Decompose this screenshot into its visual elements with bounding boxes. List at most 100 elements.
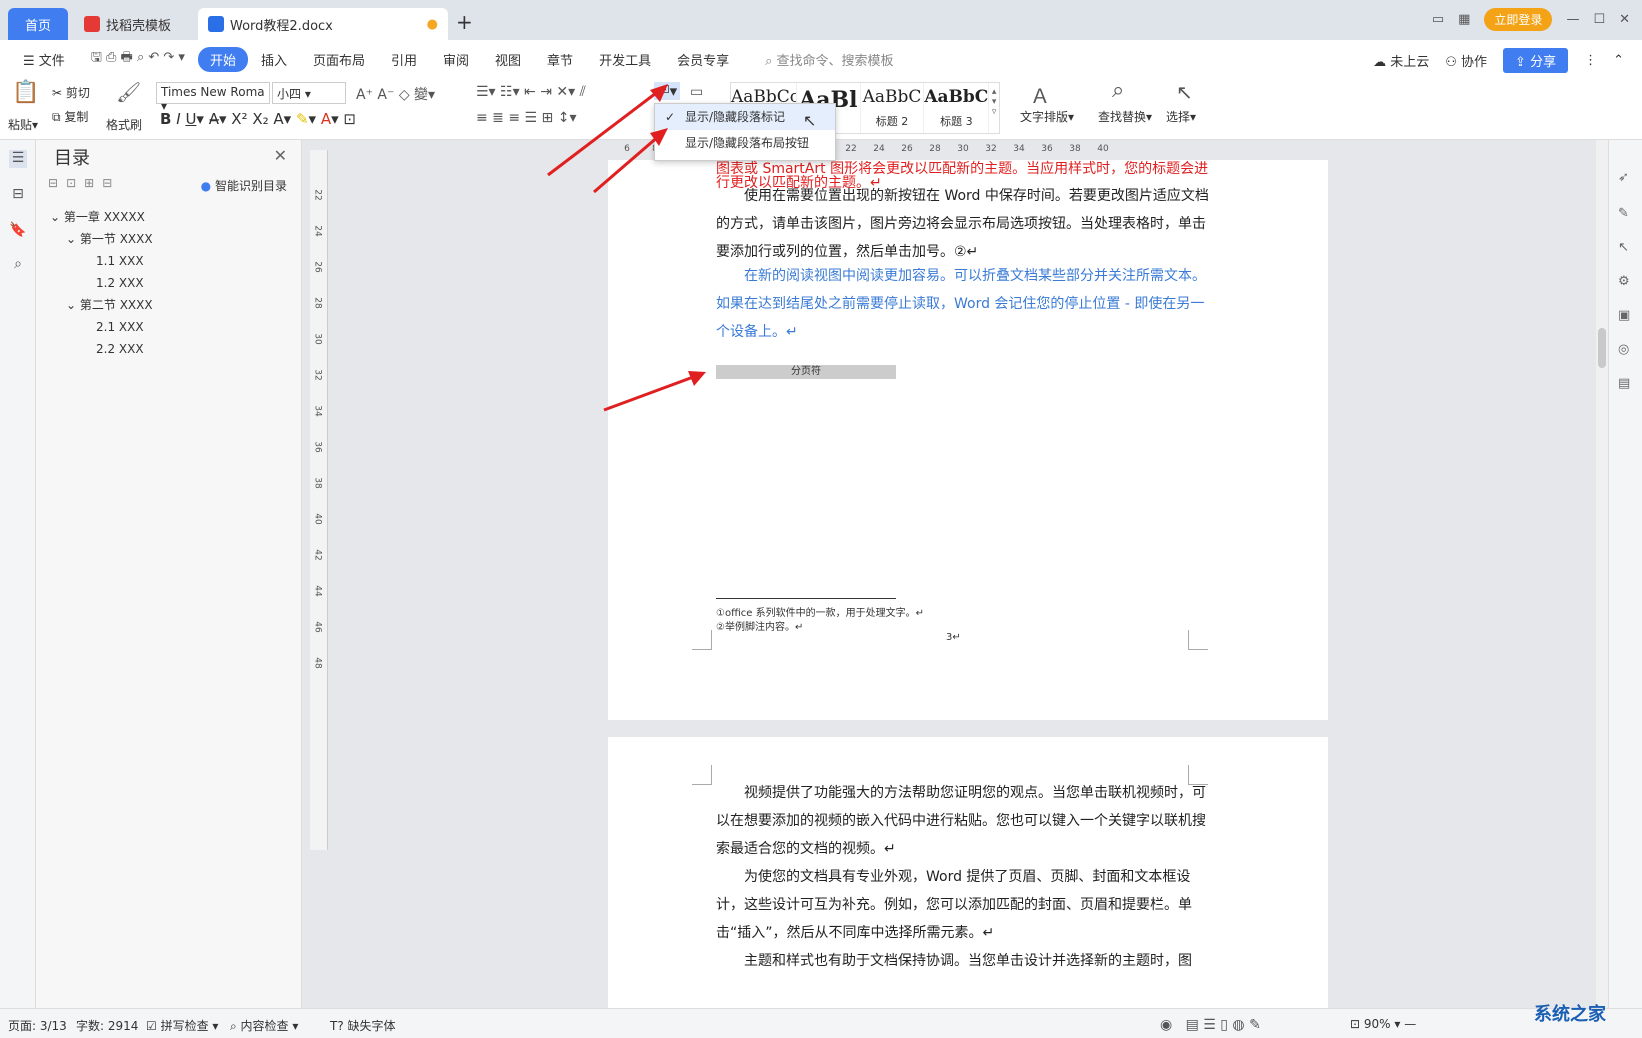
expand-icon[interactable]: ⊡: [66, 176, 76, 190]
toc-item[interactable]: ⌄ 第一章 XXXXX: [50, 206, 153, 228]
toc-item-label: 2.2 XXX: [96, 342, 144, 356]
tab-template[interactable]: 找稻壳模板: [74, 8, 194, 40]
find-icon[interactable]: ⌕: [1112, 78, 1124, 103]
arrow-head-2: [650, 128, 668, 146]
chevron-down-icon[interactable]: ⌄: [66, 232, 80, 246]
menu-chapter[interactable]: 章节: [534, 50, 586, 69]
toc-item[interactable]: ⌄ 第二节 XXXX: [50, 294, 153, 316]
settings-sliders-icon[interactable]: ⚙: [1618, 274, 1634, 290]
minimize-icon[interactable]: —: [1566, 12, 1579, 27]
close-window-icon[interactable]: ✕: [1619, 12, 1630, 27]
style-heading2[interactable]: AaBbC 标题 2: [861, 83, 925, 133]
view-mode-icons[interactable]: ◉ ▤ ☰ ▯ ◍ ✎: [1160, 1017, 1261, 1033]
zoom-level[interactable]: ⊡ 90% ▾ —: [1350, 1017, 1416, 1031]
new-tab-button[interactable]: +: [456, 10, 473, 34]
toc-item[interactable]: ⌄ 第一节 XXXX: [50, 228, 153, 250]
font-name-select[interactable]: Times New Roma ▾: [156, 82, 270, 113]
margin-corner-br: [1188, 630, 1208, 650]
bookmark-icon[interactable]: 🔖: [9, 222, 27, 240]
missing-font-button[interactable]: T? 缺失字体: [330, 1017, 396, 1034]
tab-home[interactable]: 首页: [8, 8, 68, 40]
menu-review[interactable]: 审阅: [430, 50, 482, 69]
location-icon[interactable]: ◎: [1618, 342, 1634, 358]
toc-close-icon[interactable]: ✕: [274, 146, 287, 165]
unsaved-dot-icon: ●: [426, 16, 438, 32]
pen-icon[interactable]: ✎: [1618, 206, 1634, 222]
share-button[interactable]: ⇪ 分享: [1503, 48, 1569, 73]
quick-toolbar-icons[interactable]: 🖫 ⎙ 🖶 ⌕ ↶ ↷ ▾: [78, 48, 198, 70]
footnote-2: ②举例脚注内容。↵: [716, 622, 804, 633]
page-indicator[interactable]: 页面: 3/13: [8, 1017, 67, 1034]
search-panel-icon[interactable]: ⌕: [9, 256, 27, 274]
menu-member[interactable]: 会员专享: [664, 50, 742, 69]
style-heading2-label: 标题 2: [875, 115, 909, 128]
toc-item[interactable]: 1.2 XXX: [50, 272, 153, 294]
menu-start[interactable]: 开始: [197, 46, 248, 72]
menu-reference[interactable]: 引用: [378, 50, 430, 69]
cloud-status[interactable]: ☁ 未上云: [1373, 51, 1429, 70]
collapse-ribbon-icon[interactable]: ⌃: [1613, 53, 1624, 68]
pointer-icon[interactable]: ↖: [1618, 240, 1634, 256]
toc-panel-icon[interactable]: ☰: [9, 150, 27, 168]
add-item-icon[interactable]: ⊞: [84, 176, 94, 190]
menu-layout[interactable]: 页面布局: [300, 50, 378, 69]
rocket-icon[interactable]: ➶: [1618, 170, 1634, 186]
format-painter-icon[interactable]: 🖌: [116, 80, 141, 104]
text-layout-button[interactable]: 文字排版▾: [1020, 108, 1074, 125]
more-icon[interactable]: ⋮: [1584, 53, 1597, 68]
find-replace-button[interactable]: 查找替换▾: [1098, 108, 1152, 125]
ruler-tick-label: 32: [985, 144, 997, 154]
menu-file-label: 文件: [38, 53, 65, 69]
menu-file[interactable]: ☰ 文件: [10, 50, 78, 69]
cut-button[interactable]: ✂ 剪切: [52, 84, 90, 101]
text-format-icons[interactable]: B I U▾ A̶▾ X² X₂ A▾ ✎▾ A▾ ⊡: [160, 110, 356, 128]
login-button[interactable]: 立即登录: [1484, 8, 1553, 31]
collapse-icon[interactable]: ⊟: [48, 176, 58, 190]
select-button[interactable]: 选择▾: [1166, 108, 1196, 125]
menu-developer[interactable]: 开发工具: [586, 50, 664, 69]
spell-check-button[interactable]: ☑ 拼写检查 ▾: [146, 1017, 218, 1034]
style-heading3[interactable]: AaBbC 标题 3: [924, 83, 990, 133]
chevron-down-icon[interactable]: ⌄: [50, 210, 64, 224]
collab-button[interactable]: ⚇ 协作: [1445, 51, 1487, 70]
menu-insert[interactable]: 插入: [248, 50, 300, 69]
margin-corner-tl: [692, 765, 712, 785]
paste-icon[interactable]: 📋: [12, 80, 39, 105]
remove-item-icon[interactable]: ⊟: [102, 176, 112, 190]
dropdown-show-marks[interactable]: ✓ 显示/隐藏段落标记 ↖: [655, 104, 835, 130]
tab-document[interactable]: Word教程2.docx ●: [198, 8, 448, 40]
copy-button[interactable]: ⧉ 复制: [52, 108, 88, 125]
docer-logo-icon: [84, 16, 100, 32]
nav-panel-icon[interactable]: ⊟: [9, 186, 27, 204]
status-bar: 页面: 3/13 字数: 2914 ☑ 拼写检查 ▾ ⌕ 内容检查 ▾ T? 缺…: [0, 1008, 1642, 1038]
paste-button[interactable]: 粘贴▾: [8, 116, 38, 133]
toc-item[interactable]: 2.1 XXX: [50, 316, 153, 338]
ruler-tick-label: 24: [312, 225, 323, 237]
vertical-scrollbar[interactable]: [1596, 140, 1608, 1008]
smart-toc-button[interactable]: ● 智能识别目录: [201, 177, 287, 194]
content-check-button[interactable]: ⌕ 内容检查 ▾: [230, 1017, 298, 1034]
maximize-icon[interactable]: ☐: [1593, 12, 1605, 27]
text-layout-icon[interactable]: Ａ: [1030, 80, 1050, 109]
format-painter-button[interactable]: 格式刷: [106, 116, 142, 133]
image-tool-icon[interactable]: ▣: [1618, 308, 1634, 324]
document-page-2: 视频提供了功能强大的方法帮助您证明您的观点。当您单击联机视频时，可以在想要添加的…: [608, 737, 1328, 1017]
layout-icon[interactable]: ▭: [1432, 12, 1444, 27]
select-cursor-icon[interactable]: ↖: [1176, 80, 1193, 104]
toc-item[interactable]: 2.2 XXX: [50, 338, 153, 360]
command-search[interactable]: ⌕ 查找命令、搜索模板: [752, 50, 906, 69]
menu-view[interactable]: 视图: [482, 50, 534, 69]
font-size-select[interactable]: 小四 ▾: [272, 82, 346, 104]
font-grow-shrink-icons[interactable]: A⁺ A⁻ ◇ 變▾: [356, 84, 435, 104]
grid-icon[interactable]: ▦: [1458, 12, 1470, 27]
blue-paragraph: 在新的阅读视图中阅读更加容易。可以折叠文档某些部分并关注所需文本。如果在达到结尾…: [716, 268, 1206, 340]
word-count[interactable]: 字数: 2914: [76, 1017, 138, 1034]
book-icon[interactable]: ▤: [1618, 376, 1634, 392]
toc-item[interactable]: 1.1 XXX: [50, 250, 153, 272]
ruler-icon[interactable]: ▭: [690, 84, 703, 100]
chevron-down-icon[interactable]: ⌄: [66, 298, 80, 312]
scroll-thumb[interactable]: [1598, 328, 1606, 368]
arrow-to-page-break: [603, 374, 697, 412]
style-scroll-icon[interactable]: ▴ ▾ ▿: [989, 83, 999, 133]
dropdown-show-layout-button[interactable]: 显示/隐藏段落布局按钮: [655, 130, 835, 156]
